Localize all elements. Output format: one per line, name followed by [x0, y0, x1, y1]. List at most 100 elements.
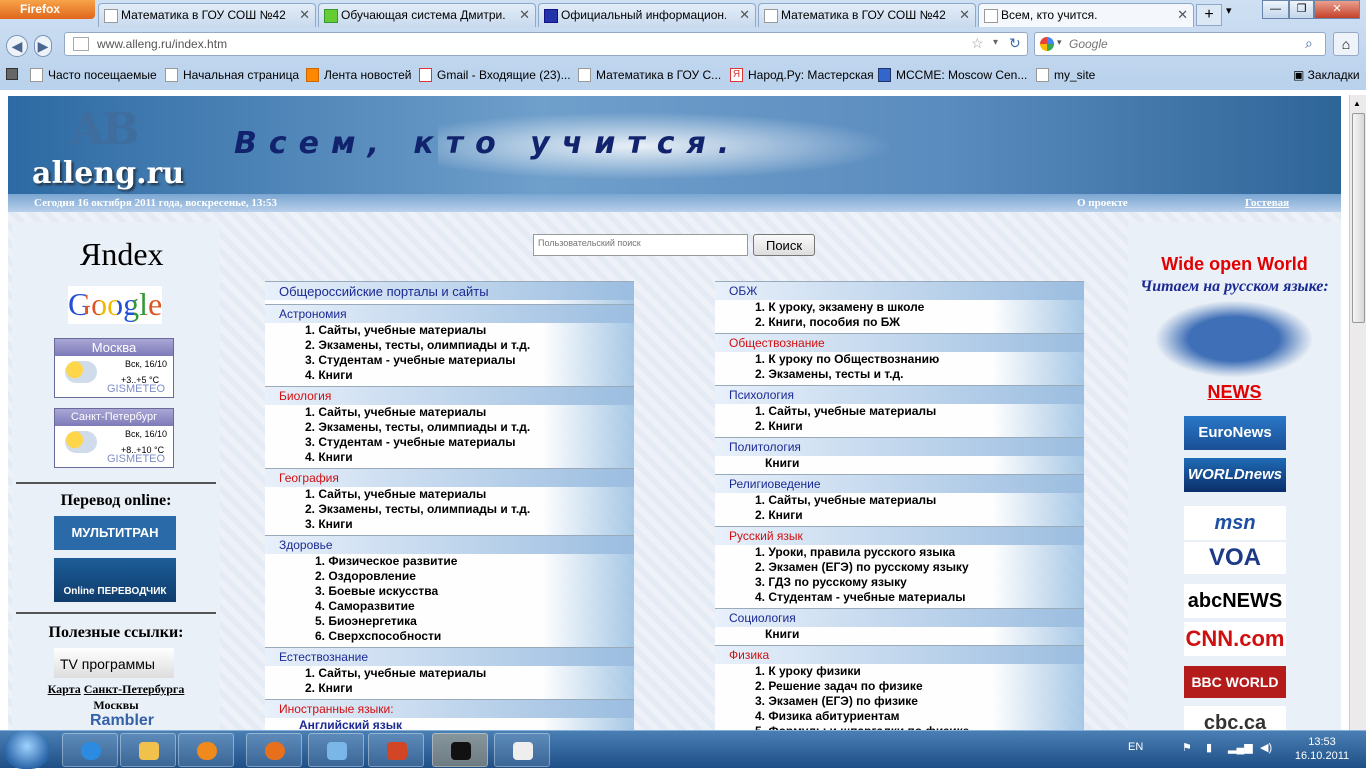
section-item-link[interactable]: 1. Сайты, учебные материалы — [265, 487, 634, 502]
section-title-link[interactable]: Религиоведение — [715, 475, 1084, 493]
section-title-link[interactable]: География — [265, 469, 634, 487]
clock[interactable]: 13:53 16.10.2011 — [1290, 735, 1354, 763]
section-title-link[interactable]: Русский язык — [715, 527, 1084, 545]
section-item-link[interactable]: Книги — [715, 456, 1084, 471]
tab-2[interactable]: Обучающая система Дмитри... ✕ — [318, 3, 536, 27]
google-logo[interactable]: Google — [68, 286, 162, 324]
powerpoint-taskbar-icon[interactable] — [368, 733, 424, 767]
bookmarks-menu[interactable]: ▣ Закладки — [1293, 68, 1360, 82]
engine-dropdown-icon[interactable]: ▾ — [1057, 37, 1062, 48]
url-input[interactable] — [97, 37, 897, 51]
section-item-link[interactable]: 2. Экзамены, тесты, олимпиады и т.д. — [265, 338, 634, 353]
section-item-link[interactable]: 4. Книги — [265, 368, 634, 383]
section-item-link[interactable]: 1. Сайты, учебные материалы — [715, 493, 1084, 508]
start-button[interactable] — [4, 731, 50, 769]
bookmark-item[interactable]: Начальная страница — [165, 68, 299, 82]
home-icon[interactable]: ⌂ — [1333, 32, 1359, 56]
new-tab-button[interactable]: + — [1196, 4, 1222, 26]
cbc-link[interactable]: cbc.ca — [1184, 706, 1286, 730]
back-icon[interactable]: ◀ — [6, 35, 28, 57]
tv-program-link[interactable]: TV программы — [54, 648, 174, 678]
multitran-link[interactable]: МУЛЬТИТРАН — [54, 516, 176, 550]
section-title-link[interactable]: Астрономия — [265, 305, 634, 323]
close-tab-icon[interactable]: ✕ — [959, 7, 970, 23]
minimize-button[interactable]: — — [1262, 0, 1289, 19]
vertical-scrollbar[interactable]: ▲ — [1349, 95, 1366, 730]
internet-explorer-taskbar-icon[interactable] — [62, 733, 118, 767]
spb-map-link[interactable]: Санкт-Петербурга — [84, 682, 185, 696]
section-item-link[interactable]: 2. Экзамены, тесты, олимпиады и т.д. — [265, 420, 634, 435]
network-icon[interactable]: ▂▄▆ — [1228, 741, 1253, 754]
bookmark-item[interactable]: Математика в ГОУ С... — [578, 68, 721, 82]
weather-widget-spb[interactable]: Санкт-Петербург Вск, 16/10 +8..+10 °C GI… — [54, 408, 174, 468]
section-item-link[interactable]: 1. Сайты, учебные материалы — [265, 666, 634, 681]
close-tab-icon[interactable]: ✕ — [299, 7, 310, 23]
section-title-link[interactable]: Обществознание — [715, 334, 1084, 352]
section-item-link[interactable]: 3. Книги — [265, 517, 634, 532]
close-tab-icon[interactable]: ✕ — [739, 7, 750, 23]
section-title-link[interactable]: Социология — [715, 609, 1084, 627]
section-item-link[interactable]: 1. Сайты, учебные материалы — [265, 323, 634, 338]
section-item-link[interactable]: 1. К уроку по Обществознанию — [715, 352, 1084, 367]
site-logo[interactable]: AB alleng.ru — [24, 104, 184, 191]
cnn-link[interactable]: CNN.com — [1184, 622, 1286, 656]
yandex-logo[interactable]: Яndex — [80, 236, 164, 273]
section-title-link[interactable]: Естествознание — [265, 648, 634, 666]
flag-icon[interactable]: ⚑ — [1182, 741, 1192, 754]
section-title-link[interactable]: Здоровье — [265, 536, 634, 554]
guestbook-link[interactable]: Гостевая — [1245, 197, 1289, 209]
tab-4[interactable]: Математика в ГОУ СОШ №420 ✕ — [758, 3, 976, 27]
bookmark-item[interactable]: my_site — [1036, 68, 1095, 82]
section-title-link[interactable]: Биология — [265, 387, 634, 405]
msn-link[interactable]: msn — [1184, 506, 1286, 540]
paint-taskbar-icon[interactable] — [308, 733, 364, 767]
reload-icon[interactable]: ↻ — [1009, 35, 1021, 52]
section-item-link[interactable]: 3. Студентам - учебные материалы — [265, 435, 634, 450]
close-tab-icon[interactable]: ✕ — [1177, 7, 1188, 23]
bookmark-item[interactable]: Я Народ.Ру: Мастерская — [730, 68, 874, 82]
map-link[interactable]: Карта — [48, 682, 81, 696]
weather-widget-moscow[interactable]: Москва Вск, 16/10 +3..+5 °C GISMETEO — [54, 338, 174, 398]
section-item-link[interactable]: 1. Сайты, учебные материалы — [265, 405, 634, 420]
section-item-link[interactable]: 3. Боевые искусства — [265, 584, 634, 599]
close-window-button[interactable]: ✕ — [1314, 0, 1360, 19]
section-item-link[interactable]: 1. Физическое развитие — [265, 554, 634, 569]
section-item-link[interactable]: 2. Экзамены, тесты и т.д. — [715, 367, 1084, 382]
google-icon[interactable] — [1040, 37, 1054, 51]
forward-icon[interactable]: ▶ — [34, 35, 52, 57]
section-item-link[interactable]: 3. ГДЗ по русскому языку — [715, 575, 1084, 590]
url-dropdown-icon[interactable]: ▾ — [993, 37, 998, 48]
section-item-link[interactable]: 1. К уроку физики — [715, 664, 1084, 679]
search-icon[interactable]: ⌕ — [1305, 35, 1313, 52]
moscow-map-link[interactable]: Москвы — [12, 698, 220, 713]
about-link[interactable]: О проекте — [1077, 197, 1128, 209]
section-item-link[interactable]: 3. Экзамен (ЕГЭ) по физике — [715, 694, 1084, 709]
section-item-link[interactable]: Книги — [715, 627, 1084, 642]
section-title-link[interactable]: Психология — [715, 386, 1084, 404]
rambler-link[interactable]: Rambler — [90, 712, 154, 730]
bookmark-item[interactable]: Лента новостей — [306, 68, 412, 82]
section-item-link[interactable]: 2. Оздоровление — [265, 569, 634, 584]
worldnews-link[interactable]: WORLDnews — [1184, 458, 1286, 492]
section-item-link[interactable]: 1. Сайты, учебные материалы — [715, 404, 1084, 419]
language-indicator[interactable]: EN — [1128, 741, 1143, 753]
bookmark-item[interactable]: Gmail - Входящие (23)... — [419, 68, 571, 82]
media-player-taskbar-icon[interactable] — [178, 733, 234, 767]
volume-icon[interactable]: ◀) — [1260, 741, 1272, 754]
section-item-link[interactable]: 4. Книги — [265, 450, 634, 465]
search-bar[interactable]: ▾ ⌕ — [1034, 32, 1326, 56]
section-title-link[interactable]: Политология — [715, 438, 1084, 456]
close-tab-icon[interactable]: ✕ — [519, 7, 530, 23]
section-item-link[interactable]: 1. К уроку, экзамену в школе — [715, 300, 1084, 315]
section-item-link[interactable]: 2. Книги — [715, 508, 1084, 523]
euronews-link[interactable]: EuroNews — [1184, 416, 1286, 450]
list-tabs-icon[interactable]: ▾ — [1226, 4, 1232, 17]
custom-search-box[interactable] — [533, 234, 748, 256]
section-item-link[interactable]: 4. Физика абитуриентам — [715, 709, 1084, 724]
url-bar[interactable]: ☆ ▾ ↻ — [64, 32, 1028, 56]
tab-3[interactable]: Официальный информацион... ✕ — [538, 3, 756, 27]
battery-icon[interactable]: ▮ — [1206, 741, 1212, 754]
section-title-link[interactable]: Общероссийские порталы и сайты — [265, 282, 634, 300]
section-title-link[interactable]: Физика — [715, 646, 1084, 664]
section-item-link[interactable]: 2. Решение задач по физике — [715, 679, 1084, 694]
